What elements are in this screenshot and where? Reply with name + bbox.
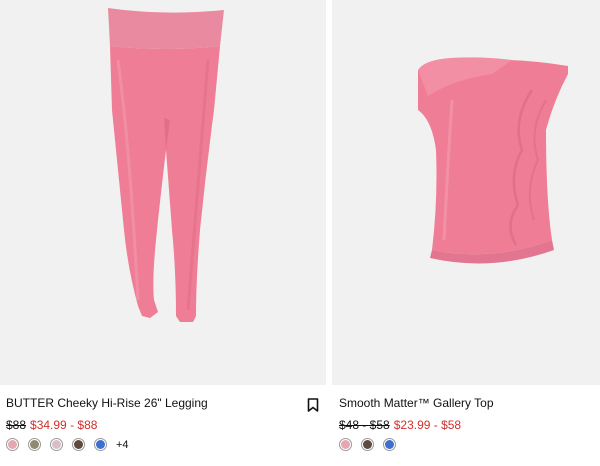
original-price: $88 — [6, 418, 27, 432]
original-price: $48 - $58 — [339, 418, 390, 432]
product-title[interactable]: BUTTER Cheeky Hi-Rise 26" Legging — [6, 396, 208, 410]
color-swatch[interactable] — [50, 438, 63, 451]
legging-image — [108, 8, 224, 322]
color-swatches: +4 — [6, 438, 129, 451]
color-swatch[interactable] — [383, 438, 396, 451]
product-image-legging[interactable] — [0, 0, 326, 385]
product-title[interactable]: Smooth Matter™ Gallery Top — [339, 396, 494, 410]
bookmark-icon[interactable] — [307, 398, 319, 412]
color-swatch[interactable] — [28, 438, 41, 451]
sale-price: $34.99 - $88 — [30, 418, 98, 432]
more-colors-count[interactable]: +4 — [116, 439, 129, 451]
product-price: $88 $34.99 - $88 — [6, 418, 97, 432]
product-image-top[interactable] — [332, 0, 600, 385]
product-card-top[interactable]: Smooth Matter™ Gallery Top $48 - $58 $23.… — [332, 0, 600, 466]
product-card-legging[interactable]: BUTTER Cheeky Hi-Rise 26" Legging $88 $34… — [0, 0, 326, 466]
color-swatches — [339, 438, 405, 451]
product-price: $48 - $58 $23.99 - $58 — [339, 418, 461, 432]
sale-price: $23.99 - $58 — [393, 418, 462, 432]
color-swatch[interactable] — [72, 438, 85, 451]
color-swatch[interactable] — [361, 438, 374, 451]
top-image — [418, 57, 568, 264]
color-swatch[interactable] — [6, 438, 19, 451]
color-swatch[interactable] — [339, 438, 352, 451]
color-swatch[interactable] — [94, 438, 107, 451]
